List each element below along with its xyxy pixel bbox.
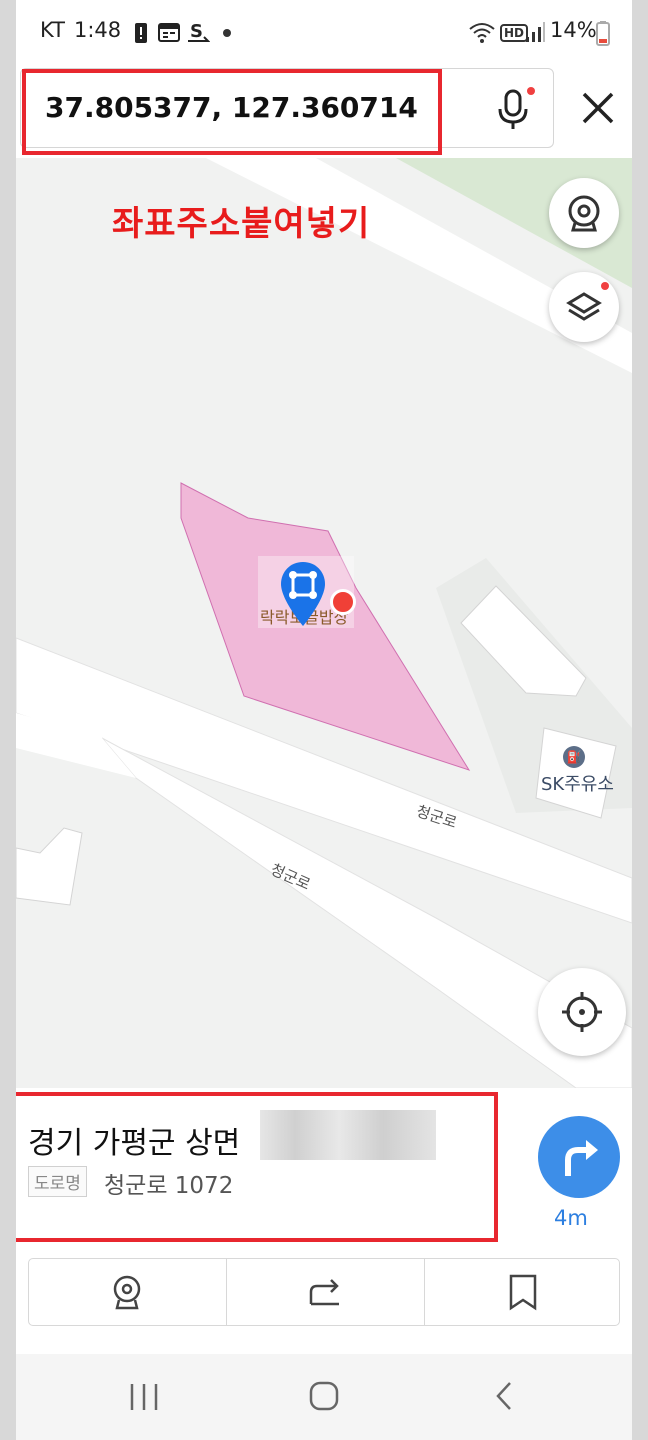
clock: 1:48 (74, 18, 122, 42)
bookmark-icon (509, 1274, 537, 1311)
distance-label: 4m (554, 1206, 588, 1230)
gas-station-icon[interactable]: ⛽ (563, 746, 585, 768)
action-bar (28, 1258, 620, 1326)
carrier-label: KT (40, 18, 65, 42)
cctv-button[interactable] (549, 178, 619, 248)
share-button[interactable] (227, 1259, 425, 1325)
layers-button[interactable] (549, 272, 619, 342)
system-nav-bar (16, 1354, 632, 1440)
bookmark-button[interactable] (425, 1259, 622, 1325)
gas-station-label[interactable]: SK주유소 (541, 770, 614, 796)
my-location-button[interactable] (538, 968, 626, 1056)
location-pin-icon[interactable] (278, 560, 328, 630)
battery-icon (596, 21, 610, 46)
battery-percent: 14% (550, 18, 597, 42)
share-icon (309, 1279, 339, 1306)
microphone-icon[interactable] (489, 85, 537, 133)
dot-icon (223, 29, 231, 37)
wifi-icon (469, 23, 495, 43)
back-icon[interactable] (492, 1380, 516, 1412)
status-bar: KT 1:48 S HD 14% (16, 0, 632, 64)
svg-text:S: S (190, 21, 203, 42)
app-screen: KT 1:48 S HD 14% 37.805377, 127.360714 좌… (16, 0, 632, 1440)
layers-icon (566, 282, 609, 321)
close-icon[interactable] (572, 82, 624, 134)
alert-icon (135, 23, 147, 43)
recent-apps-icon[interactable] (124, 1382, 164, 1412)
my-location-icon (562, 992, 602, 1032)
paste-coordinates-caption: 좌표주소붙여넣기 (112, 204, 371, 244)
cctv-icon (113, 1275, 141, 1310)
place-sheet: 경기 가평군 상면 도로명 청군로 1072 4m (16, 1088, 632, 1354)
route-button[interactable] (538, 1116, 620, 1198)
calendar-icon (158, 23, 180, 42)
turn-right-icon (565, 1140, 598, 1176)
cctv-action-button[interactable] (29, 1259, 227, 1325)
home-icon[interactable] (308, 1380, 340, 1412)
poi-dot[interactable] (330, 589, 356, 615)
building-left (16, 827, 83, 906)
cctv-icon (568, 195, 600, 232)
s-app-icon: S (188, 21, 210, 42)
map-view[interactable]: 좌표주소붙여넣기 락락보글밥상 ⛽ SK주유소 청군로 청군로 (16, 158, 632, 1088)
search-highlight-box (22, 69, 442, 155)
address-highlight-box (16, 1092, 498, 1242)
signal-icon (526, 22, 545, 42)
